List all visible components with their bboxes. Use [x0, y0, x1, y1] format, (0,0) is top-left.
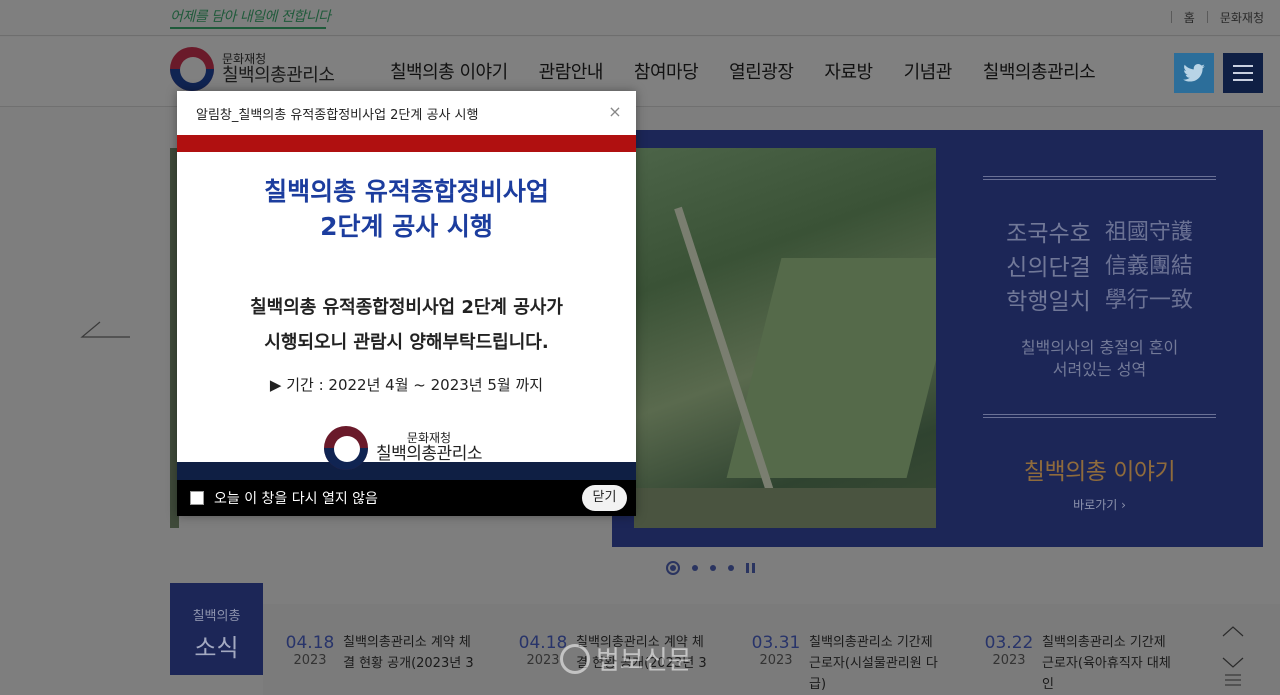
twitter-icon: [1183, 64, 1205, 82]
cha-link[interactable]: 문화재청: [1220, 9, 1264, 26]
close-button[interactable]: 닫기: [582, 485, 627, 511]
divider: [1206, 11, 1208, 23]
divider: [1170, 11, 1172, 23]
visual-panel: 조국수호 祖國守護 신의단결 信義團結 학행일치 學行一致 칠백의사의 충절의 …: [936, 130, 1263, 547]
popup-header: 알림창_칠백의총 유적종합정비사업 2단계 공사 시행 ×: [177, 91, 636, 135]
panel-subtitle: 서려있는 성역: [1052, 360, 1147, 379]
slogan-underline: [170, 27, 326, 29]
taegeuk-logo-icon: [170, 47, 214, 91]
news-controls: [1222, 624, 1244, 686]
popup-title: 알림창_칠백의총 유적종합정비사업 2단계 공사 시행: [196, 107, 479, 123]
memorial-aerial-photo: [634, 148, 936, 528]
divider: [983, 176, 1216, 180]
nav-item-visit[interactable]: 관람안내: [539, 58, 604, 84]
news-item[interactable]: 03.22 2023 칠백의총관리소 기간제근로자(육아휴직자 대체인: [984, 633, 1174, 695]
nav-item-open-square[interactable]: 열린광장: [729, 58, 794, 84]
notice-period: ▶ 기간 : 2022년 4월 ~ 2023년 5월 까지: [269, 376, 544, 394]
notice-logo: 문화재청 칠백의총관리소: [324, 426, 482, 470]
notice-description: 칠백의총 유적종합정비사업 2단계 공사가 시행되오니 관람시 양해부탁드립니다…: [250, 297, 563, 354]
slogan: 어제를 담아 내일에 전합니다: [170, 9, 331, 25]
dont-show-label[interactable]: 오늘 이 창을 다시 열지 않음: [214, 488, 378, 508]
pager-dot-1[interactable]: [666, 561, 680, 575]
menu-button[interactable]: [1223, 53, 1263, 93]
news-item[interactable]: 04.18 2023 칠백의총관리소 계약 체결 현황 공개(2023년 3: [285, 633, 475, 675]
nav-item-participate[interactable]: 참여마당: [634, 58, 699, 84]
taegeuk-logo-icon: [324, 426, 368, 470]
news-label: 칠백의총 소식: [170, 583, 263, 675]
panel-title[interactable]: 칠백의총 이야기: [936, 452, 1263, 486]
pager-dot-3[interactable]: [710, 565, 716, 571]
pager-dot-2[interactable]: [692, 565, 698, 571]
chevron-down-icon[interactable]: [1222, 656, 1244, 670]
nav-item-archive[interactable]: 자료방: [824, 58, 873, 84]
panel-subtitle: 칠백의사의 충절의 혼이: [1020, 338, 1179, 357]
nav-item-story[interactable]: 칠백의총 이야기: [390, 58, 508, 84]
nav-item-memorial[interactable]: 기념관: [904, 58, 953, 84]
motto-row: 조국수호 祖國守護: [1006, 220, 1193, 247]
dont-show-checkbox[interactable]: [190, 491, 204, 505]
popup-footer: 오늘 이 창을 다시 열지 않음 닫기: [177, 480, 636, 516]
popup-notice-image: 칠백의총 유적종합정비사업 2단계 공사 시행 칠백의총 유적종합정비사업 2단…: [177, 152, 636, 470]
top-bar: 어제를 담아 내일에 전합니다 홈 문화재청: [0, 0, 1280, 36]
motto-row: 학행일치 學行一致: [1006, 288, 1193, 315]
slide-pager: [666, 561, 756, 575]
prev-arrow-icon[interactable]: [80, 320, 130, 338]
logo-name: 칠백의총관리소: [222, 64, 335, 86]
more-link[interactable]: 바로가기 ›: [936, 496, 1263, 513]
popup-red-band: [177, 135, 636, 152]
twitter-button[interactable]: [1174, 53, 1214, 93]
chevron-up-icon[interactable]: [1222, 624, 1244, 638]
motto-row: 신의단결 信義團結: [1006, 254, 1193, 281]
hamburger-icon: [1233, 65, 1253, 67]
watermark: 법보신문: [560, 640, 692, 677]
close-icon[interactable]: ×: [606, 103, 624, 121]
home-link[interactable]: 홈: [1184, 9, 1195, 26]
news-item[interactable]: 03.31 2023 칠백의총관리소 기간제근로자(시설물관리원 다급): [751, 633, 941, 695]
notice-popup: 알림창_칠백의총 유적종합정비사업 2단계 공사 시행 × 칠백의총 유적종합정…: [177, 91, 636, 516]
main-nav: 칠백의총 이야기 관람안내 참여마당 열린광장 자료방 기념관 칠백의총관리소: [390, 58, 1096, 84]
list-icon[interactable]: [1222, 672, 1244, 686]
logo-org: 문화재청: [222, 51, 267, 66]
watermark-logo-icon: [560, 643, 590, 674]
notice-heading: 칠백의총 유적종합정비사업 2단계 공사 시행: [264, 177, 549, 241]
pause-icon[interactable]: [746, 563, 756, 573]
nav-item-office[interactable]: 칠백의총관리소: [983, 58, 1096, 84]
top-links: 홈 문화재청: [1170, 9, 1264, 26]
pager-dot-4[interactable]: [728, 565, 734, 571]
divider: [983, 414, 1216, 418]
site-logo[interactable]: 문화재청 칠백의총관리소: [170, 47, 335, 91]
